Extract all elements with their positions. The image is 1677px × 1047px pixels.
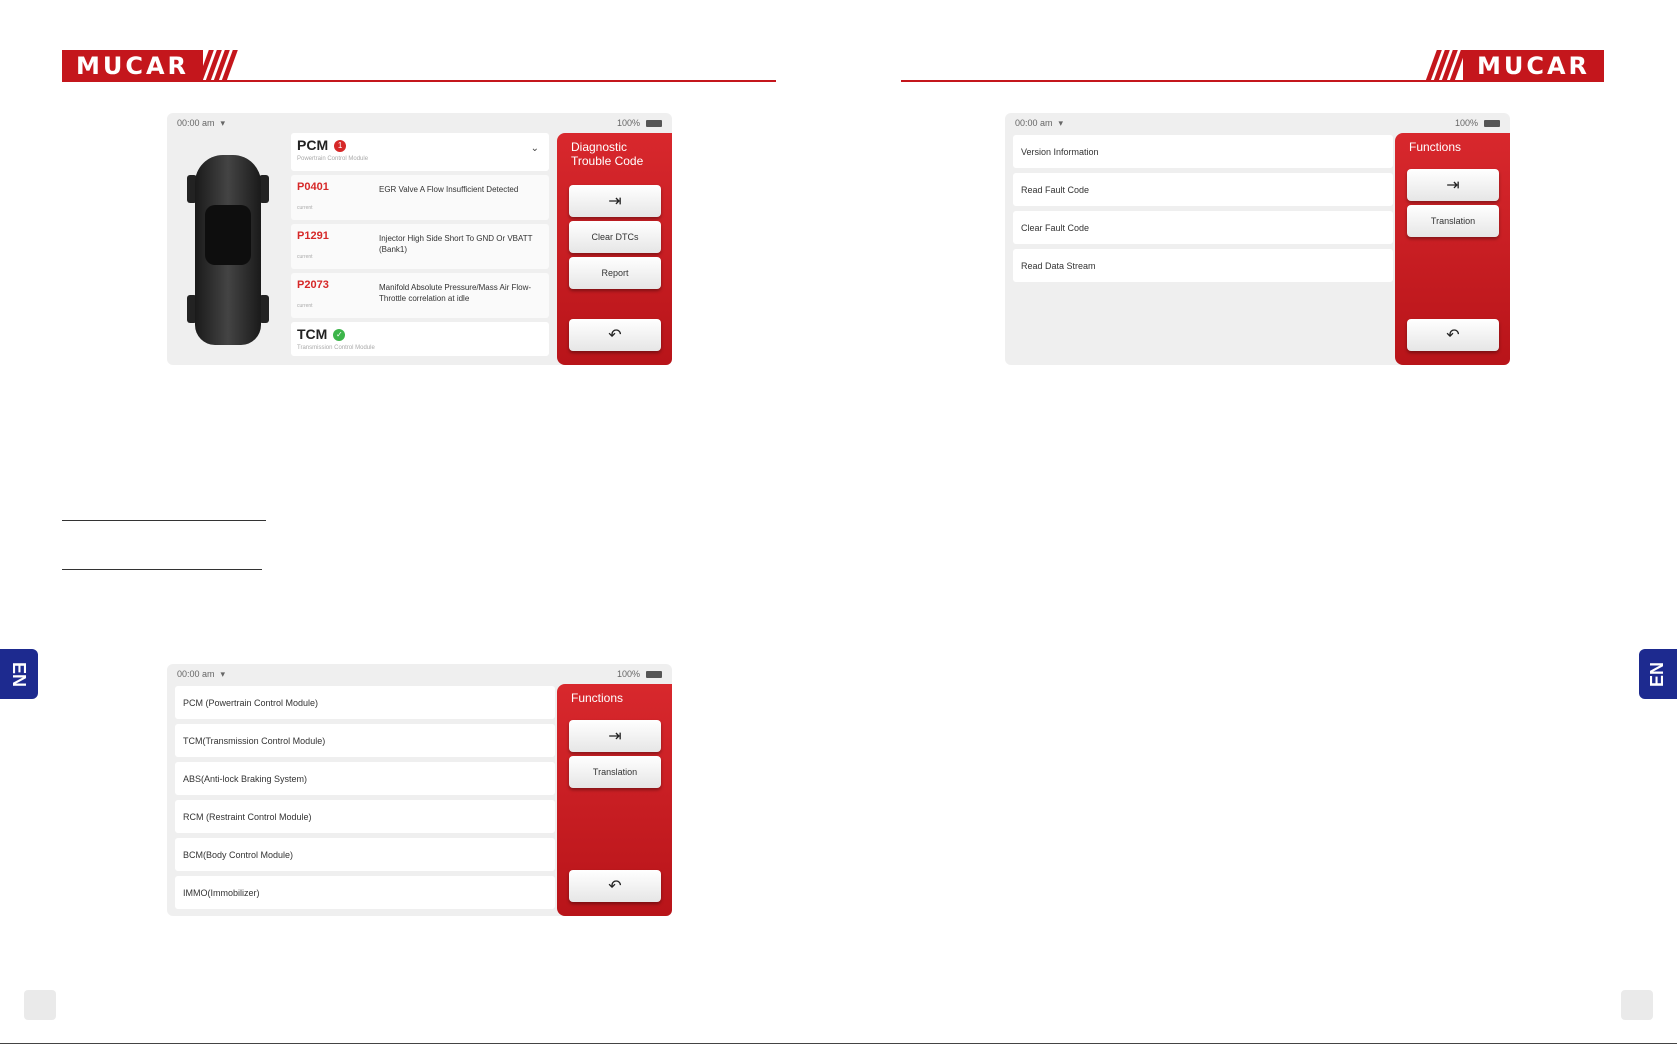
page-number-box	[1621, 990, 1653, 1020]
brand-logo: MUCAR	[62, 50, 238, 82]
status-bar: 00:00 am ▾ 100%	[1005, 113, 1510, 133]
back-icon: ↶	[608, 878, 622, 895]
functions-side-panel: Functions ⇥ Translation ↶	[557, 684, 672, 916]
list-item[interactable]: TCM(Transmission Control Module)	[175, 724, 555, 757]
module-header-pcm[interactable]: PCM 1 Powertrain Control Module ⌄	[291, 133, 549, 171]
translation-button[interactable]: Translation	[1407, 205, 1499, 237]
report-button[interactable]: Report	[569, 257, 661, 289]
tab-label: EN	[1647, 661, 1668, 687]
status-time: 00:00 am	[177, 669, 215, 679]
car-image	[177, 145, 279, 355]
logo-stripes	[197, 50, 238, 82]
status-time: 00:00 am	[1015, 118, 1053, 128]
back-icon: ↶	[1446, 327, 1460, 344]
logo-text: MUCAR	[1463, 50, 1605, 82]
clear-dtcs-button[interactable]: Clear DTCs	[569, 221, 661, 253]
right-page: MUCAR 00:00 am ▾ 100% Version Information…	[839, 0, 1677, 1047]
back-button[interactable]: ↶	[569, 319, 661, 351]
dtc-state: current	[297, 303, 313, 309]
page-number-box	[24, 990, 56, 1020]
logo-text: MUCAR	[62, 50, 204, 82]
dtc-description: EGR Valve A Flow Insufficient Detected	[379, 185, 519, 194]
system-screenshot: 00:00 am ▾ 100% PCM (Powertrain Control M…	[167, 664, 672, 916]
dtc-code: P1291	[297, 230, 329, 242]
header-rule	[62, 80, 776, 82]
dtc-list: PCM 1 Powertrain Control Module ⌄ P0401 c…	[291, 133, 549, 365]
back-button[interactable]: ↶	[1407, 319, 1499, 351]
battery-level: 100%	[1454, 118, 1478, 128]
back-button[interactable]: ↶	[569, 870, 661, 902]
panel-title: Functions	[1409, 140, 1462, 154]
translation-button[interactable]: Translation	[569, 756, 661, 788]
dtc-row[interactable]: P2073 current Manifold Absolute Pressure…	[291, 273, 549, 318]
battery-icon	[646, 119, 662, 127]
dtc-row[interactable]: P1291 current Injector High Side Short T…	[291, 224, 549, 269]
list-item[interactable]: BCM(Body Control Module)	[175, 838, 555, 871]
exit-icon: ⇥	[608, 728, 622, 745]
status-bar: 00:00 am ▾ 100%	[167, 113, 672, 133]
wifi-icon: ▾	[220, 668, 226, 679]
status-bar: 00:00 am ▾ 100%	[167, 664, 672, 684]
exit-icon: ⇥	[1446, 177, 1460, 194]
dtc-code: P0401	[297, 181, 329, 193]
list-item[interactable]: Read Fault Code	[1013, 173, 1393, 206]
page-bottom-rule	[0, 1043, 1677, 1044]
exit-button[interactable]: ⇥	[569, 185, 661, 217]
dtc-state: current	[297, 205, 313, 211]
panel-title-line1: Diagnostic	[571, 140, 628, 154]
brand-logo: MUCAR	[1425, 50, 1605, 82]
wifi-icon: ▾	[1058, 117, 1064, 128]
dtc-row[interactable]: P0401 current EGR Valve A Flow Insuffici…	[291, 175, 549, 220]
dtc-side-panel: Diagnostic Trouble Code ⇥ Clear DTCs Rep…	[557, 133, 672, 365]
tab-label: EN	[9, 661, 30, 687]
list-item[interactable]: PCM (Powertrain Control Module)	[175, 686, 555, 719]
module-name: TCM	[297, 326, 328, 342]
battery-level: 100%	[616, 118, 640, 128]
battery-level: 100%	[616, 669, 640, 679]
blank-line-1	[62, 520, 266, 521]
dtc-description: Manifold Absolute Pressure/Mass Air Flow…	[379, 283, 532, 303]
module-description: Powertrain Control Module	[297, 156, 369, 162]
exit-button[interactable]: ⇥	[569, 720, 661, 752]
module-description: Transmission Control Module	[297, 345, 375, 351]
language-tab: EN	[1639, 649, 1677, 699]
chevron-down-icon[interactable]: ⌄	[531, 143, 539, 154]
language-tab: EN	[0, 649, 38, 699]
error-badge-icon: 1	[334, 140, 347, 152]
battery-icon	[646, 670, 662, 678]
dtc-state: current	[297, 254, 313, 260]
system-list: PCM (Powertrain Control Module) TCM(Tran…	[175, 686, 555, 912]
module-name: PCM	[297, 137, 329, 153]
status-time: 00:00 am	[177, 118, 215, 128]
logo-stripes	[1425, 50, 1466, 82]
left-page: MUCAR 00:00 am ▾ 100% PCM 1 Powertrain Con…	[0, 0, 838, 1047]
module-header-tcm[interactable]: TCM ✓ Transmission Control Module	[291, 322, 549, 356]
functions-side-panel: Functions ⇥ Translation ↶	[1395, 133, 1510, 365]
list-item[interactable]: Version Information	[1013, 135, 1393, 168]
exit-icon: ⇥	[608, 193, 622, 210]
list-item[interactable]: RCM (Restraint Control Module)	[175, 800, 555, 833]
wifi-icon: ▾	[220, 117, 226, 128]
exit-button[interactable]: ⇥	[1407, 169, 1499, 201]
list-item[interactable]: Clear Fault Code	[1013, 211, 1393, 244]
battery-icon	[1484, 119, 1500, 127]
function-list: Version Information Read Fault Code Clea…	[1013, 135, 1393, 361]
dtc-screenshot: 00:00 am ▾ 100% PCM 1 Powertrain Control M…	[167, 113, 672, 365]
list-item[interactable]: ABS(Anti-lock Braking System)	[175, 762, 555, 795]
list-item[interactable]: Read Data Stream	[1013, 249, 1393, 282]
back-icon: ↶	[608, 327, 622, 344]
ok-badge-icon: ✓	[333, 329, 346, 341]
panel-title-line2: Trouble Code	[571, 154, 644, 168]
panel-title: Functions	[571, 691, 624, 705]
functions-screenshot: 00:00 am ▾ 100% Version Information Read …	[1005, 113, 1510, 365]
list-item[interactable]: IMMO(Immobilizer)	[175, 876, 555, 909]
dtc-description: Injector High Side Short To GND Or VBATT…	[379, 234, 533, 254]
dtc-code: P2073	[297, 279, 329, 291]
blank-line-2	[62, 569, 262, 570]
